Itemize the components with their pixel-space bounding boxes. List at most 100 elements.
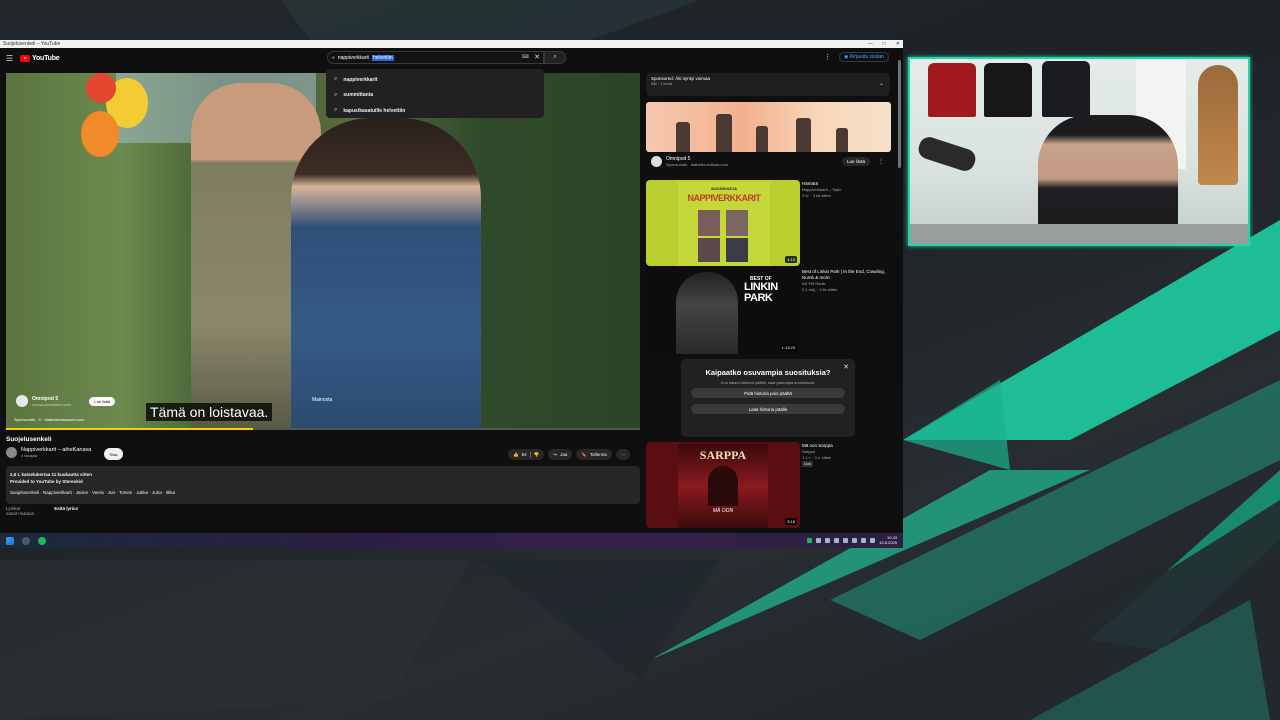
advertiser-avatar (651, 156, 662, 167)
keep-history-off-button[interactable]: Pidä historia pois päältä (691, 388, 845, 398)
video-info[interactable]: Mä oon Sarppa Sarppa 1,1 t. · 3 v. sitte… (802, 443, 890, 467)
family-figure (836, 128, 848, 152)
like-button[interactable]: 👍 64 │ 👎 (508, 449, 545, 460)
tray-icon[interactable] (825, 538, 831, 543)
video-progress-bar[interactable] (6, 428, 640, 430)
thumbnail[interactable]: BEST OF LINKIN PARK 1:13:23 (646, 268, 800, 354)
subscribe-button[interactable]: Tilaa (104, 448, 123, 460)
search-icon: ⌕ (553, 54, 557, 60)
tray-icon[interactable] (816, 538, 822, 543)
lyrics-link[interactable]: Esitä lyrics (54, 506, 78, 516)
taskbar-clock[interactable]: 10.33 13.5.2025 (879, 535, 897, 545)
tray-icon[interactable] (870, 538, 876, 543)
tray-icon[interactable] (861, 538, 867, 543)
tray-icon[interactable] (807, 538, 813, 543)
search-button[interactable]: ⌕ (544, 51, 566, 64)
video-info[interactable]: Best of Linkin Park | In the End, Crawli… (802, 269, 890, 293)
suggestion-label: kapusikasatuille helvettiin (343, 107, 406, 114)
search-input[interactable]: ⌕ nappiverkkarit helvettiin ⌨ ✕ (327, 51, 544, 64)
thumbnail[interactable]: SARPPA MÄ OON 3:18 (646, 442, 800, 528)
search-icon: ⌕ (334, 91, 338, 98)
save-button[interactable]: 🔖 Tallenna (576, 449, 612, 460)
ad-image[interactable] (646, 102, 891, 152)
youtube-logo[interactable]: YouTube (20, 54, 60, 62)
more-options-icon[interactable]: ⋮ (878, 158, 884, 165)
video-player[interactable]: Omnipod 5 omnipodantoinen.com Lue lisää … (6, 73, 640, 430)
share-icon: ↪ (553, 451, 558, 457)
guitar (1198, 65, 1238, 185)
family-figure (676, 122, 690, 152)
video-title: Best of Linkin Park | In the End, Crawli… (802, 269, 885, 280)
bookmark-icon: 🔖 (581, 451, 587, 457)
sponsor-read-more-button[interactable]: Lue lisää (89, 396, 116, 406)
youtube-header: ☰ YouTube ⌕ nappiverkkarit helvettiin ⌨ … (0, 48, 903, 68)
wall-shirt (1042, 61, 1090, 117)
video-meta: 1,1 t. · 3 v. sitten (802, 455, 832, 460)
advertiser-meta: Sponsoroitu · diabetes.tuttuna.com (666, 162, 729, 167)
share-button[interactable]: ↪ Jaa (548, 449, 573, 460)
popup-text: Kun katsot historia päällä, saat parempi… (720, 380, 816, 385)
wall-shirt (928, 63, 976, 117)
scrollbar[interactable] (898, 60, 901, 168)
ad-read-more-button[interactable]: Lue lisää (842, 157, 871, 166)
thumbs-down-icon[interactable]: │ 👎 (530, 452, 540, 458)
new-badge: Uusi (802, 461, 814, 467)
sign-in-button[interactable]: ◉ Kirjaudu sisään (839, 52, 889, 62)
popup-title: Kaipaatko osuvampia suosituksia? (705, 368, 831, 377)
lyrics-sub: sanat mukaan (6, 511, 35, 516)
taskbar: 10.33 13.5.2025 (0, 533, 903, 548)
thumb-text: NAPPIVERKKARIT (687, 193, 761, 203)
search-selected-text: helvettiin (371, 54, 394, 61)
ad-subheader: Äiti · 1 kerta (651, 81, 673, 86)
band-photo (726, 210, 748, 236)
ad-info[interactable]: Omnipod 5 Sponsoroitu · diabetes.tuttuna… (651, 156, 728, 167)
webcam-overlay (908, 57, 1250, 246)
wall-shirt (984, 63, 1032, 117)
turn-history-on-button[interactable]: Laita historia päälle (691, 404, 845, 414)
singer-photo (676, 272, 738, 354)
sponsor-url: omnipodantoinen.com (32, 401, 72, 407)
video-subtitle: Tämä on loistavaa. (146, 403, 273, 421)
family-figure (716, 114, 732, 152)
tray-icon[interactable] (834, 538, 840, 543)
sponsored-banner[interactable]: Sponsored: Äiti syntyi voimaa Äiti · 1 k… (646, 73, 890, 96)
chevron-down-icon[interactable]: ⌄ (879, 80, 884, 87)
suggestion-item[interactable]: ⌕ kapusikasatuille helvettiin (326, 103, 544, 119)
more-options-icon[interactable]: ⋮ (824, 53, 831, 61)
floor (910, 224, 1248, 244)
sign-in-label: Kirjaudu sisään (849, 54, 884, 60)
close-icon[interactable]: ✕ (843, 363, 849, 371)
video-info[interactable]: Hämärä Nappiverkkarit – Topic 2 tv. · 3 … (802, 181, 890, 199)
windows-start-icon[interactable] (6, 536, 14, 545)
suggestion-item[interactable]: ⌕ summittanta (326, 88, 544, 104)
microphone (916, 134, 978, 174)
description-stats: 2,6 t. katselukertaa 11 kuukautta sitten (10, 472, 93, 477)
sponsor-card[interactable]: Omnipod 5 omnipodantoinen.com Lue lisää (16, 395, 116, 407)
family-figure (756, 126, 768, 152)
tray-icon[interactable] (843, 538, 849, 543)
keyboard-icon[interactable]: ⌨ (522, 54, 529, 60)
recommendations-popup: ✕ Kaipaatko osuvampia suosituksia? Kun k… (681, 359, 855, 437)
suggestion-item[interactable]: ⌕ nappiverkkarit (326, 72, 544, 88)
video-meta: 2 tv. · 3 kk sitten (802, 193, 831, 198)
video-duration: 1:13:23 (779, 344, 797, 351)
close-window-button[interactable]: ✕ (896, 41, 900, 47)
tray-icon[interactable] (852, 538, 858, 543)
channel-info[interactable]: Nappiverkkarit – aiheKanava 4 tilaajaa (6, 447, 91, 458)
more-actions-button[interactable]: ⋯ (615, 449, 631, 460)
search-suggestions: ⌕ nappiverkkarit ⌕ summittanta ⌕ kapusik… (326, 69, 544, 118)
thumbnail[interactable]: SUOSIKKEJA NAPPIVERKKARIT 4:15 (646, 180, 800, 266)
app-icon[interactable] (22, 536, 30, 545)
channel-avatar[interactable] (6, 447, 17, 458)
video-description[interactable]: 2,6 t. katselukertaa 11 kuukautta sitten… (6, 466, 640, 504)
subscriber-count: 4 tilaajaa (21, 453, 38, 458)
menu-icon[interactable]: ☰ (6, 54, 20, 63)
spotify-icon[interactable] (38, 536, 46, 545)
sponsor-line: Sponsoroitu · 0 · diabetesinsuosee.com (14, 417, 85, 422)
band-photo (726, 238, 748, 262)
family-figure (796, 118, 811, 152)
band-photo (698, 238, 720, 262)
clear-search-icon[interactable]: ✕ (534, 53, 540, 61)
minimize-button[interactable]: — (868, 41, 873, 47)
maximize-button[interactable]: □ (883, 41, 886, 47)
